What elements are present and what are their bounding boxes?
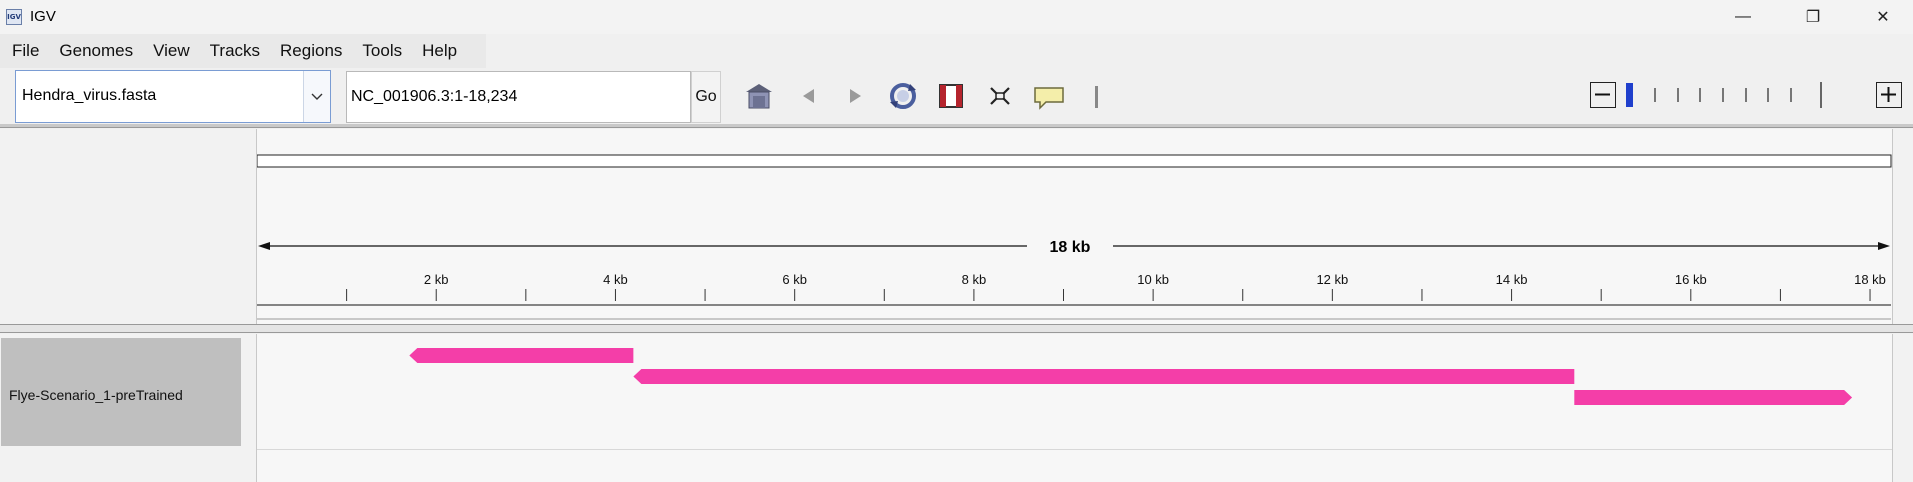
close-icon: ✕ (1876, 9, 1890, 26)
span-arrow-right (1878, 242, 1890, 250)
zoom-out-button[interactable] (1590, 82, 1616, 108)
zoom-tick (1722, 88, 1724, 102)
menu-genomes[interactable]: Genomes (49, 34, 143, 68)
ruler-tick-label: 10 kb (1137, 272, 1169, 287)
restore-icon: ❐ (1805, 9, 1821, 26)
track-divider (257, 449, 1892, 450)
forward-icon[interactable] (843, 80, 875, 112)
genome-dropdown-value: Hendra_virus.fasta (22, 87, 157, 104)
menu-help[interactable]: Help (412, 34, 467, 68)
roi-icon[interactable] (936, 80, 968, 112)
window-title: IGV (30, 8, 56, 25)
refresh-icon[interactable] (886, 80, 918, 112)
locus-search-input[interactable] (346, 71, 691, 123)
toolbar-divider-icon (1092, 80, 1124, 112)
genome-dropdown[interactable]: Hendra_virus.fasta (15, 70, 331, 123)
ruler: 18 kb 2 kb 4 kb 6 kb 8 kb 10 kb 12 kb 14 kb 16 … (256, 154, 1892, 320)
zoom-tick (1699, 88, 1701, 102)
fit-to-window-icon[interactable] (985, 80, 1017, 112)
track-name-panel[interactable]: Flye-Scenario_1-preTrained (1, 338, 241, 446)
zoom-in-button[interactable] (1876, 82, 1902, 108)
minimize-button[interactable]: — (1713, 0, 1773, 34)
ruler-tick-label: 2 kb (424, 272, 449, 287)
header-panel: 18 kb 2 kb 4 kb 6 kb 8 kb 10 kb 12 kb 14 kb 16 … (0, 129, 1913, 324)
zoom-tick (1767, 88, 1769, 102)
chevron-down-icon[interactable] (303, 71, 330, 122)
zoom-tick (1820, 82, 1822, 108)
zoom-tick (1745, 88, 1747, 102)
ruler-tick-label: 6 kb (782, 272, 807, 287)
panel-separator[interactable] (0, 324, 1913, 333)
feature-block[interactable] (633, 369, 1575, 384)
ruler-tick-label: 14 kb (1496, 272, 1528, 287)
span-arrow-left (258, 242, 270, 250)
feature-block[interactable] (409, 348, 634, 363)
track-name-label: Flye-Scenario_1-preTrained (9, 387, 183, 403)
toolbar: Hendra_virus.fasta Go (0, 68, 1913, 124)
zoom-tick (1677, 88, 1679, 102)
chromosome-ideogram (256, 154, 1892, 168)
feature-block[interactable] (1574, 390, 1853, 405)
menu-regions[interactable]: Regions (270, 34, 352, 68)
go-button[interactable]: Go (691, 71, 721, 123)
zoom-slider-handle[interactable] (1626, 83, 1633, 107)
menu-file[interactable]: File (2, 34, 49, 68)
zoom-slider[interactable] (1626, 82, 1802, 108)
zoom-tick (1790, 88, 1792, 102)
ruler-tick-label: 16 kb (1675, 272, 1707, 287)
zoom-tick (1654, 88, 1656, 102)
ruler-tick-label: 18 kb (1854, 272, 1886, 287)
menu-tools[interactable]: Tools (352, 34, 412, 68)
speech-bubble-icon[interactable] (1032, 80, 1064, 112)
restore-button[interactable]: ❐ (1783, 0, 1843, 34)
minimize-icon: — (1735, 8, 1751, 25)
ruler-ticks: 2 kb 4 kb 6 kb 8 kb 10 kb 12 kb 14 kb 16 kb 18 k… (346, 272, 1886, 301)
menu-bar: File Genomes View Tracks Regions Tools H… (0, 34, 486, 68)
menu-tracks[interactable]: Tracks (200, 34, 270, 68)
igv-app-icon: IGV (6, 9, 22, 25)
ruler-tick-label: 4 kb (603, 272, 628, 287)
menu-view[interactable]: View (143, 34, 200, 68)
feature-track (409, 348, 1853, 405)
ruler-area[interactable]: 18 kb 2 kb 4 kb 6 kb 8 kb 10 kb 12 kb 14 kb 16 … (256, 129, 1893, 324)
panel-separator[interactable] (0, 124, 1913, 128)
track-data-area[interactable] (256, 334, 1893, 482)
back-icon[interactable] (797, 80, 829, 112)
span-label: 18 kb (1050, 239, 1091, 256)
title-bar: IGV IGV — ❐ ✕ (0, 0, 1913, 34)
close-button[interactable]: ✕ (1853, 0, 1913, 34)
ruler-tick-label: 12 kb (1316, 272, 1348, 287)
ruler-tick-label: 8 kb (962, 272, 987, 287)
home-icon[interactable] (742, 80, 774, 112)
data-panel: Flye-Scenario_1-preTrained (0, 334, 1913, 482)
